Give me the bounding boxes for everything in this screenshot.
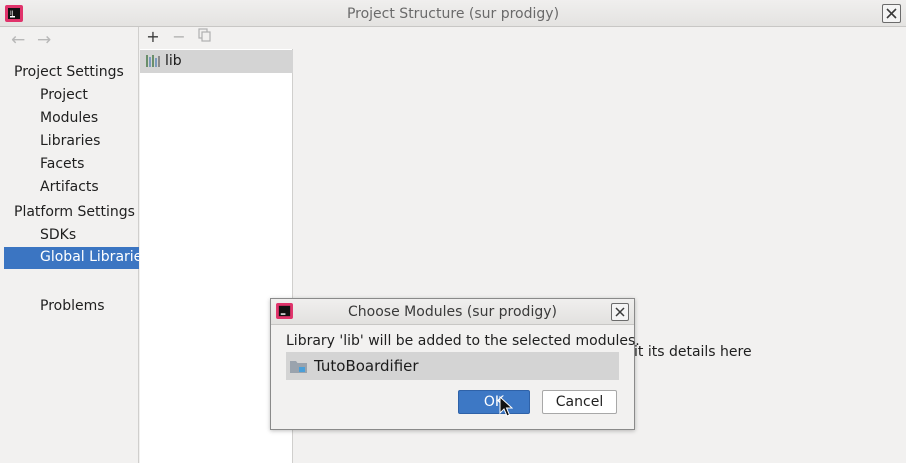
close-icon — [886, 8, 897, 19]
window-title: Project Structure (sur prodigy) — [346, 6, 560, 22]
nav-section-platform-settings: Platform Settings — [14, 204, 135, 220]
forward-arrow-icon[interactable]: → — [37, 30, 51, 50]
nav-item-modules[interactable]: Modules — [40, 110, 98, 126]
nav-section-project-settings: Project Settings — [14, 64, 124, 80]
library-list-item[interactable]: lib — [140, 50, 293, 73]
nav-item-global-libraries-label: Global Libraries — [40, 249, 139, 265]
nav-item-global-libraries[interactable]: Global Libraries — [4, 247, 139, 269]
settings-navigation: ← → Project Settings Project Modules Lib… — [0, 27, 139, 463]
module-name: TutoBoardifier — [314, 357, 419, 375]
nav-item-sdks[interactable]: SDKs — [40, 227, 76, 243]
close-icon — [615, 307, 625, 317]
add-library-button[interactable]: + — [145, 28, 161, 46]
copy-library-button[interactable] — [197, 28, 213, 46]
nav-item-facets[interactable]: Facets — [40, 156, 84, 172]
remove-library-button[interactable]: − — [171, 28, 187, 46]
module-list-item[interactable]: TutoBoardifier — [286, 352, 619, 380]
details-hint-text: it its details here — [634, 344, 752, 360]
mouse-cursor-icon — [499, 396, 513, 417]
window-close-button[interactable] — [882, 4, 901, 23]
nav-item-artifacts[interactable]: Artifacts — [40, 179, 99, 195]
nav-item-problems[interactable]: Problems — [40, 298, 105, 314]
title-bar: IJ Project Structure (sur prodigy) — [0, 0, 906, 27]
ok-button[interactable]: OK — [458, 390, 530, 414]
nav-item-libraries[interactable]: Libraries — [40, 133, 100, 149]
nav-item-project[interactable]: Project — [40, 87, 88, 103]
library-name: lib — [165, 53, 182, 69]
library-toolbar: + − — [140, 27, 293, 49]
module-folder-icon — [290, 361, 307, 373]
copy-icon — [198, 28, 211, 42]
cancel-button[interactable]: Cancel — [542, 390, 617, 414]
dialog-title-bar: Choose Modules (sur prodigy) — [271, 299, 634, 325]
back-arrow-icon[interactable]: ← — [11, 30, 25, 50]
dialog-close-button[interactable] — [611, 303, 629, 321]
dialog-message: Library 'lib' will be added to the selec… — [286, 333, 640, 349]
dialog-title: Choose Modules (sur prodigy) — [348, 304, 557, 320]
library-icon — [146, 55, 160, 67]
project-structure-window: IJ Project Structure (sur prodigy) ← → P… — [0, 0, 906, 463]
choose-modules-dialog: Choose Modules (sur prodigy) Library 'li… — [270, 298, 640, 430]
